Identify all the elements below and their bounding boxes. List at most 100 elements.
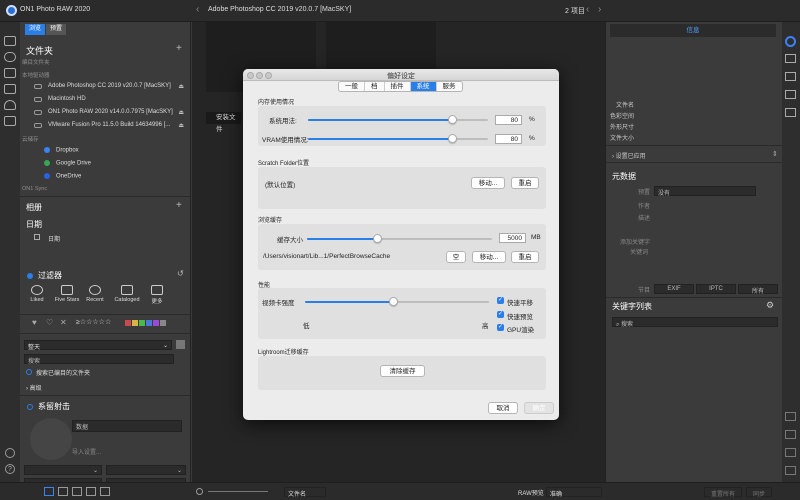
export-icon[interactable] <box>785 412 796 421</box>
detail-view-icon[interactable] <box>58 487 68 496</box>
applied-settings-toggle[interactable]: › 设置已应用 <box>612 151 646 160</box>
star-rating-filter[interactable]: ≥☆☆☆☆☆ <box>76 318 111 326</box>
filter-enabled-icon[interactable] <box>27 273 33 279</box>
tab-system[interactable]: 系统 <box>410 82 437 91</box>
cloud-item-dropbox[interactable]: Dropbox <box>44 147 79 154</box>
reset-filter-icon[interactable]: ↺ <box>177 269 184 278</box>
vram-usage-value[interactable]: 80 <box>495 134 522 144</box>
color-label-green[interactable] <box>139 320 145 326</box>
tether-dropdown-1[interactable]: ⌄ <box>24 465 102 475</box>
help-icon[interactable]: ? <box>5 464 15 474</box>
info-tab[interactable]: 信息 <box>610 24 776 37</box>
fast-pan-checkbox[interactable]: ✓ <box>497 297 504 304</box>
cache-reset-button[interactable]: 重启 <box>511 251 539 263</box>
dates-title[interactable]: 日期 <box>26 219 42 230</box>
tether-enabled-icon[interactable] <box>27 404 33 410</box>
send-icon[interactable] <box>785 466 796 475</box>
scratch-move-button[interactable]: 移动... <box>471 177 505 189</box>
drive-item[interactable]: ON1 Photo RAW 2020 v14.0.0.7975 [MacSKY]… <box>34 109 184 119</box>
cache-move-button[interactable]: 移动... <box>472 251 506 263</box>
map-view-icon[interactable] <box>100 487 110 496</box>
search-input[interactable]: 搜索 <box>24 354 174 365</box>
eject-icon[interactable]: ⏏ <box>178 122 184 129</box>
thumbnail-size-slider[interactable] <box>208 491 268 492</box>
gpu-render-checkbox[interactable]: ✓ <box>497 324 504 331</box>
layers-module-icon[interactable] <box>4 116 16 126</box>
tether-dropdown-2[interactable]: ⌄ <box>106 465 186 475</box>
portrait-module-icon[interactable] <box>785 90 796 99</box>
next-arrow-icon[interactable]: › <box>598 4 601 15</box>
print-icon[interactable] <box>785 430 796 439</box>
reset-all-button[interactable]: 重置所有 <box>704 487 742 498</box>
advanced-toggle[interactable]: › 高级 <box>26 383 42 392</box>
cache-size-slider[interactable] <box>307 238 492 240</box>
data-field[interactable]: 数据 <box>72 420 182 432</box>
ok-button[interactable]: 确定 <box>524 402 554 414</box>
drive-module-icon[interactable] <box>4 68 16 78</box>
camera-module-icon[interactable] <box>4 52 16 62</box>
albums-title[interactable]: 相册 <box>26 202 42 213</box>
clear-cache-button[interactable]: 清除缓存 <box>380 365 425 377</box>
unlike-icon[interactable]: ♡ <box>46 318 53 327</box>
zoom-out-icon[interactable] <box>196 488 203 495</box>
filter-recent-button[interactable]: Recent <box>82 285 108 303</box>
tab-plugins[interactable]: 插件 <box>385 82 411 91</box>
color-label-none[interactable] <box>160 320 166 326</box>
album-module-icon[interactable] <box>4 84 16 94</box>
reject-icon[interactable]: ✕ <box>60 318 67 327</box>
develop-module-icon[interactable] <box>785 54 796 63</box>
grid-view-icon[interactable] <box>44 487 54 496</box>
preset-dropdown[interactable]: 没有 <box>654 186 756 197</box>
cloud-item-onedrive[interactable]: OneDrive <box>44 173 81 180</box>
prev-arrow-icon[interactable]: ‹ <box>586 4 589 15</box>
fast-preview-checkbox[interactable]: ✓ <box>497 311 504 318</box>
back-arrow-icon[interactable]: ‹ <box>196 4 199 15</box>
cache-empty-button[interactable]: 空 <box>446 251 466 263</box>
tab-services[interactable]: 服务 <box>437 82 462 91</box>
color-label-blue[interactable] <box>146 320 152 326</box>
add-album-button[interactable]: + <box>176 200 182 211</box>
cloud-item-google-drive[interactable]: Google Drive <box>44 160 91 167</box>
drive-item[interactable]: VMware Fusion Pro 11.5.0 Build 14634996 … <box>34 122 184 132</box>
chevron-updown-icon[interactable]: ⇕ <box>772 150 778 158</box>
add-folder-button[interactable]: + <box>176 43 182 54</box>
share-icon[interactable] <box>785 448 796 457</box>
grid-toggle-icon[interactable] <box>176 340 185 349</box>
compare-view-icon[interactable] <box>86 487 96 496</box>
gpu-strength-knob[interactable] <box>389 297 398 306</box>
scratch-reset-button[interactable]: 重启 <box>511 177 539 189</box>
vram-usage-knob[interactable] <box>448 134 457 143</box>
cancel-button[interactable]: 取消 <box>488 402 518 414</box>
eject-icon[interactable]: ⏏ <box>178 83 184 90</box>
sync-button[interactable]: 同步 <box>746 487 772 498</box>
filmstrip-view-icon[interactable] <box>72 487 82 496</box>
filter-liked-button[interactable]: Liked <box>24 285 50 303</box>
color-label-purple[interactable] <box>153 320 159 326</box>
browse-module-icon[interactable] <box>785 36 796 47</box>
cloud-module-icon[interactable] <box>4 100 16 110</box>
filter-more-button[interactable]: 更多 <box>144 285 170 305</box>
filter-five-stars-button[interactable]: Five Stars <box>52 285 82 303</box>
browse-module-icon[interactable] <box>4 36 16 46</box>
like-icon[interactable]: ♥ <box>32 318 37 327</box>
effects-module-icon[interactable] <box>785 72 796 81</box>
cache-size-value[interactable]: 5000 <box>499 233 526 243</box>
system-usage-slider[interactable] <box>308 119 488 121</box>
color-label-red[interactable] <box>125 320 131 326</box>
keyword-search-input[interactable]: ⌕ 搜索 <box>612 317 778 328</box>
filter-cataloged-button[interactable]: Cataloged <box>110 285 144 303</box>
date-item[interactable]: 日期 <box>48 234 60 243</box>
search-folders-radio[interactable] <box>26 369 32 375</box>
gear-icon[interactable]: ⚙ <box>766 300 774 311</box>
date-range-dropdown[interactable]: 整天 ⌄ <box>24 340 172 351</box>
exif-button[interactable]: EXIF <box>654 284 694 294</box>
tab-general[interactable]: 一般 <box>339 82 365 91</box>
sort-dropdown[interactable]: 文件名 <box>284 487 326 498</box>
all-button[interactable]: 所有 <box>738 284 778 295</box>
tab-presets[interactable]: 预置 <box>46 24 67 35</box>
eject-icon[interactable]: ⏏ <box>178 109 184 116</box>
raw-mode-dropdown[interactable]: 准确 <box>546 487 602 498</box>
tab-browse[interactable]: 浏览 <box>25 24 46 35</box>
vram-usage-slider[interactable] <box>308 138 488 140</box>
drive-item[interactable]: Macintosh HD <box>34 96 184 106</box>
